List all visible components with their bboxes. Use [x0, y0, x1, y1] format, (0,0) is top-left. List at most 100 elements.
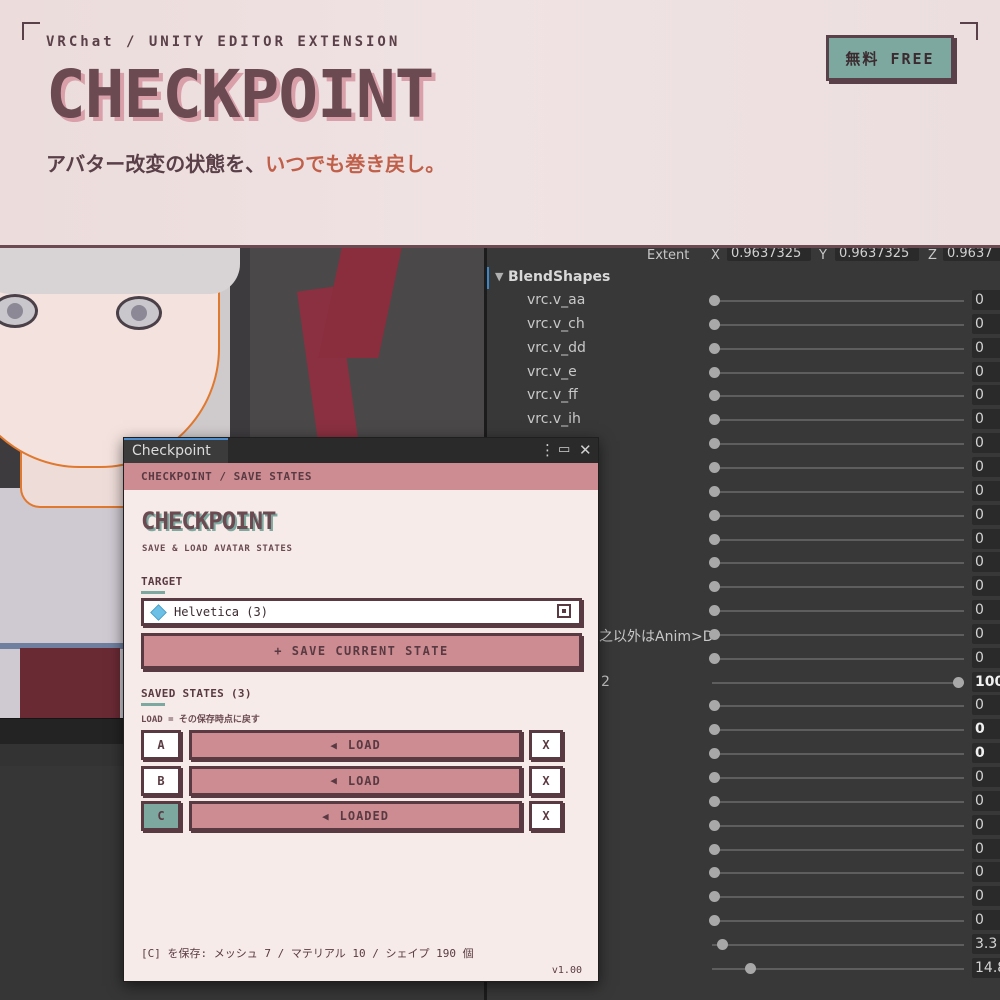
slider-handle[interactable] [709, 438, 720, 450]
blendshape-slider[interactable] [712, 848, 964, 851]
blendshape-value-field[interactable]: 0 [972, 862, 1000, 883]
blendshape-value-field[interactable]: 0 [972, 456, 1000, 477]
blendshape-value-field[interactable]: 0 [972, 409, 1000, 430]
load-state-button[interactable]: ◀ LOADED [189, 801, 522, 832]
save-state-button[interactable]: + SAVE CURRENT STATE [141, 633, 582, 669]
tab-checkpoint[interactable]: Checkpoint [124, 438, 228, 463]
slider-handle[interactable] [709, 867, 720, 879]
slider-handle[interactable] [709, 819, 720, 831]
load-state-button[interactable]: ◀ LOAD [189, 765, 522, 796]
blendshape-slider[interactable] [712, 562, 964, 565]
slider-handle[interactable] [709, 533, 720, 545]
blendshape-value-field[interactable]: 0 [972, 313, 1000, 334]
blendshape-value-field[interactable]: 0 [972, 623, 1000, 644]
blendshape-value-field[interactable]: 0 [972, 695, 1000, 716]
extent-z-field[interactable]: 0.9637 [943, 248, 1000, 261]
blendshape-value-field[interactable]: 0 [972, 743, 1000, 764]
blendshape-value-field[interactable]: 14.8 [972, 957, 1000, 978]
blendshape-value-field[interactable]: 3.3 [972, 933, 1000, 954]
blendshape-value-field[interactable]: 0 [972, 814, 1000, 835]
blendshape-value-field[interactable]: 100 [972, 671, 1000, 692]
blendshape-value-field[interactable]: 0 [972, 600, 1000, 621]
blendshape-value-field[interactable]: 0 [972, 838, 1000, 859]
blendshape-value-field[interactable]: 0 [972, 719, 1000, 740]
close-icon[interactable]: ✕ [579, 441, 592, 459]
slider-handle[interactable] [709, 795, 720, 807]
blendshape-slider[interactable] [712, 490, 964, 493]
blendshape-slider[interactable] [712, 443, 964, 446]
blendshape-slider[interactable] [712, 729, 964, 732]
object-picker-icon[interactable] [557, 604, 571, 618]
blendshape-value-field[interactable]: 0 [972, 767, 1000, 787]
slider-handle[interactable] [953, 676, 964, 688]
blendshape-slider[interactable] [712, 920, 964, 923]
delete-state-button[interactable]: X [529, 730, 563, 760]
blendshape-slider[interactable] [712, 705, 964, 708]
blendshape-slider[interactable] [712, 681, 964, 684]
blendshape-value-field[interactable]: 0 [972, 552, 1000, 573]
blendshape-value-field[interactable]: 0 [972, 886, 1000, 907]
blendshape-value-field[interactable]: 0 [972, 647, 1000, 668]
blendshape-slider[interactable] [712, 538, 964, 541]
slider-handle[interactable] [709, 724, 720, 736]
blendshape-value-field[interactable]: 0 [972, 576, 1000, 597]
slider-handle[interactable] [709, 342, 720, 354]
slider-handle[interactable] [709, 843, 720, 855]
blendshape-value-field[interactable]: 0 [972, 480, 1000, 501]
kebab-menu-icon[interactable]: ⋮ [540, 441, 555, 459]
blendshape-slider[interactable] [712, 824, 964, 827]
blendshape-slider[interactable] [712, 347, 964, 350]
blendshape-slider[interactable] [712, 753, 964, 756]
slider-handle[interactable] [709, 581, 720, 593]
blendshape-slider[interactable] [712, 610, 964, 613]
blendshape-slider[interactable] [712, 800, 964, 803]
slider-handle[interactable] [709, 915, 720, 927]
blendshape-slider[interactable] [712, 371, 964, 374]
slider-handle[interactable] [709, 485, 720, 497]
blendshape-value-field[interactable]: 0 [972, 528, 1000, 549]
slider-handle[interactable] [709, 748, 720, 760]
blendshape-slider[interactable] [712, 896, 964, 899]
blendshape-slider[interactable] [712, 657, 964, 660]
extent-x-field[interactable]: 0.9637325 [727, 248, 811, 261]
blendshape-slider[interactable] [712, 777, 964, 779]
blendshapes-foldout[interactable]: ▼ BlendShapes [487, 267, 1000, 289]
slider-handle[interactable] [709, 557, 720, 569]
slider-handle[interactable] [709, 891, 720, 903]
blendshape-slider[interactable] [712, 514, 964, 517]
slider-handle[interactable] [709, 605, 720, 617]
delete-state-button[interactable]: X [529, 765, 563, 796]
blendshape-slider[interactable] [712, 300, 964, 302]
extent-y-field[interactable]: 0.9637325 [835, 248, 919, 261]
blendshape-value-field[interactable]: 0 [972, 433, 1000, 454]
slider-handle[interactable] [717, 938, 729, 950]
blendshape-slider[interactable] [712, 419, 964, 422]
slider-handle[interactable] [709, 652, 720, 664]
slider-handle[interactable] [709, 509, 720, 521]
blendshape-value-field[interactable]: 0 [972, 910, 1000, 931]
delete-state-button[interactable]: X [529, 801, 563, 832]
blendshape-value-field[interactable]: 0 [972, 790, 1000, 811]
slider-handle[interactable] [709, 366, 720, 378]
slider-handle[interactable] [709, 414, 720, 426]
blendshape-slider[interactable] [712, 466, 964, 469]
blendshape-slider[interactable] [712, 586, 964, 589]
slider-handle[interactable] [709, 390, 720, 402]
slider-handle[interactable] [709, 461, 720, 473]
blendshape-slider[interactable] [712, 323, 964, 326]
blendshape-slider[interactable] [712, 943, 964, 946]
blendshape-value-field[interactable]: 0 [972, 361, 1000, 382]
slider-handle[interactable] [709, 295, 720, 306]
blendshape-slider[interactable] [712, 872, 964, 875]
blendshape-slider[interactable] [712, 395, 964, 398]
blendshape-value-field[interactable]: 0 [972, 337, 1000, 358]
load-state-button[interactable]: ◀ LOAD [189, 730, 522, 760]
target-field[interactable]: Helvetica (3) [141, 598, 582, 626]
slider-handle[interactable] [745, 962, 757, 974]
blendshape-slider[interactable] [712, 633, 964, 636]
blendshape-value-field[interactable]: 0 [972, 385, 1000, 406]
slider-handle[interactable] [709, 772, 720, 783]
maximize-icon[interactable]: ▭ [558, 442, 570, 457]
blendshape-value-field[interactable]: 0 [972, 290, 1000, 310]
slider-handle[interactable] [709, 318, 720, 330]
